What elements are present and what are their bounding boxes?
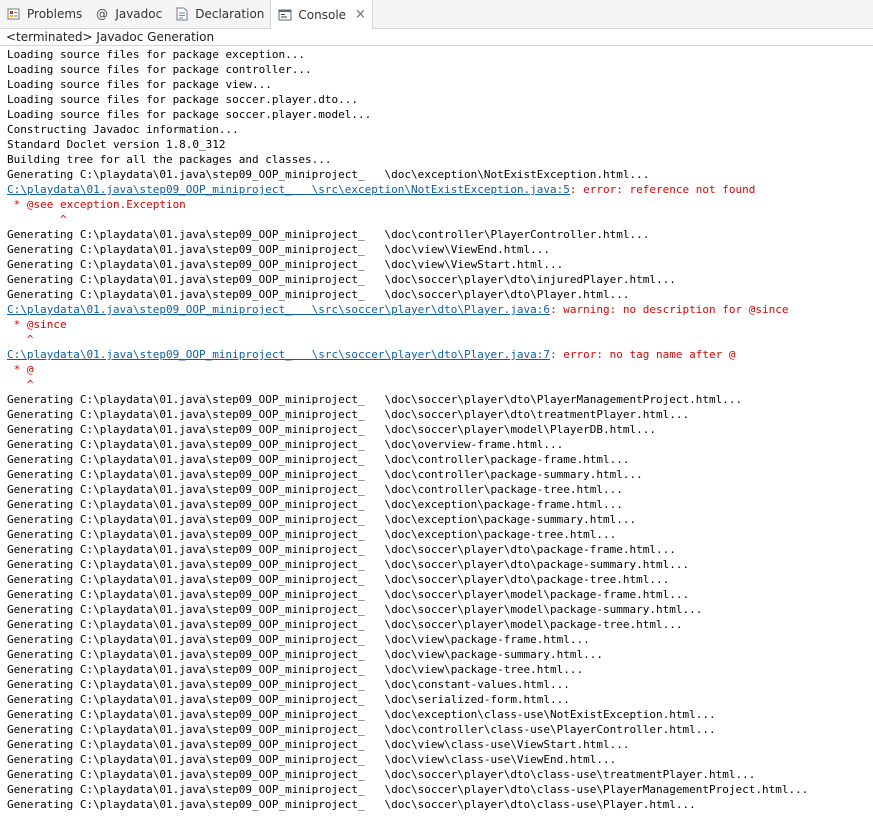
console-line: Generating C:\playdata\01.java\step09_OO… (7, 708, 716, 721)
console-line: Generating C:\playdata\01.java\step09_OO… (7, 543, 676, 556)
console-line: Loading source files for package view... (7, 78, 272, 91)
tab-javadoc[interactable]: @ Javadoc (88, 0, 168, 28)
console-line: Generating C:\playdata\01.java\step09_OO… (7, 273, 676, 286)
console-line: Generating C:\playdata\01.java\step09_OO… (7, 648, 604, 661)
view-tab-bar: Problems @ Javadoc Declaration Console × (0, 0, 873, 29)
console-line: Generating C:\playdata\01.java\step09_OO… (7, 573, 670, 586)
console-line: Generating C:\playdata\01.java\step09_OO… (7, 288, 630, 301)
console-line: Generating C:\playdata\01.java\step09_OO… (7, 423, 657, 436)
divider (0, 45, 873, 46)
console-line: Generating C:\playdata\01.java\step09_OO… (7, 468, 643, 481)
console-error-line: ^ (7, 213, 67, 226)
console-line: Generating C:\playdata\01.java\step09_OO… (7, 678, 570, 691)
console-line: Constructing Javadoc information... (7, 123, 239, 136)
console-line: Generating C:\playdata\01.java\step09_OO… (7, 483, 623, 496)
console-line: Generating C:\playdata\01.java\step09_OO… (7, 528, 617, 541)
console-line: Generating C:\playdata\01.java\step09_OO… (7, 453, 630, 466)
console-line: Generating C:\playdata\01.java\step09_OO… (7, 588, 690, 601)
console-line: C:\playdata\01.java\step09_OOP_miniproje… (7, 347, 873, 362)
console-line: Generating C:\playdata\01.java\step09_OO… (7, 243, 551, 256)
console-line: Generating C:\playdata\01.java\step09_OO… (7, 168, 650, 181)
javadoc-icon: @ (94, 6, 110, 22)
tab-console-label: Console (298, 7, 347, 22)
console-line: Generating C:\playdata\01.java\step09_OO… (7, 228, 650, 241)
diagnostic-message: : error: no tag name after @ (550, 348, 736, 361)
problems-icon (6, 6, 22, 22)
declaration-icon (174, 6, 190, 22)
tab-problems[interactable]: Problems (0, 0, 88, 28)
console-error-line: ^ (7, 378, 34, 391)
source-link[interactable]: C:\playdata\01.java\step09_OOP_miniproje… (7, 183, 570, 196)
console-line: Generating C:\playdata\01.java\step09_OO… (7, 663, 584, 676)
console-line: Generating C:\playdata\01.java\step09_OO… (7, 768, 756, 781)
tab-javadoc-label: Javadoc (115, 7, 163, 21)
console-line: Generating C:\playdata\01.java\step09_OO… (7, 558, 690, 571)
console-line: Loading source files for package soccer.… (7, 108, 372, 121)
source-link[interactable]: C:\playdata\01.java\step09_OOP_miniproje… (7, 348, 550, 361)
console-line: Loading source files for package excepti… (7, 48, 306, 61)
console-line: Generating C:\playdata\01.java\step09_OO… (7, 438, 564, 451)
console-line: Generating C:\playdata\01.java\step09_OO… (7, 738, 630, 751)
console-line: C:\playdata\01.java\step09_OOP_miniproje… (7, 182, 873, 197)
console-error-line: * @ (7, 363, 34, 376)
console-line: Generating C:\playdata\01.java\step09_OO… (7, 408, 690, 421)
console-icon (277, 7, 293, 23)
console-line: Generating C:\playdata\01.java\step09_OO… (7, 798, 696, 811)
console-output[interactable]: Loading source files for package excepti… (0, 47, 873, 817)
console-line: Generating C:\playdata\01.java\step09_OO… (7, 393, 743, 406)
console-line: Generating C:\playdata\01.java\step09_OO… (7, 513, 637, 526)
diagnostic-message: : error: reference not found (569, 183, 756, 196)
console-line: Generating C:\playdata\01.java\step09_OO… (7, 498, 623, 511)
console-error-line: ^ (7, 333, 34, 346)
console-error-line: * @see exception.Exception (7, 198, 186, 211)
diagnostic-message: : warning: no description for @since (550, 303, 789, 316)
console-line: Generating C:\playdata\01.java\step09_OO… (7, 618, 683, 631)
tab-declaration[interactable]: Declaration (168, 0, 270, 28)
tab-bar-filler (373, 0, 873, 28)
console-line: Generating C:\playdata\01.java\step09_OO… (7, 633, 590, 646)
svg-text:@: @ (96, 7, 108, 21)
tab-declaration-label: Declaration (195, 7, 265, 21)
console-line: Generating C:\playdata\01.java\step09_OO… (7, 693, 570, 706)
console-line: Building tree for all the packages and c… (7, 153, 332, 166)
console-line: C:\playdata\01.java\step09_OOP_miniproje… (7, 302, 873, 317)
console-line: Loading source files for package control… (7, 63, 312, 76)
tab-problems-label: Problems (27, 7, 83, 21)
tab-console[interactable]: Console × (270, 0, 373, 29)
console-line: Generating C:\playdata\01.java\step09_OO… (7, 723, 716, 736)
console-line: Standard Doclet version 1.8.0_312 (7, 138, 226, 151)
console-error-line: * @since (7, 318, 67, 331)
console-status: <terminated> Javadoc Generation (6, 30, 215, 44)
console-line: Generating C:\playdata\01.java\step09_OO… (7, 753, 617, 766)
close-icon[interactable]: × (355, 7, 366, 22)
console-line: Loading source files for package soccer.… (7, 93, 358, 106)
console-line: Generating C:\playdata\01.java\step09_OO… (7, 603, 703, 616)
console-line: Generating C:\playdata\01.java\step09_OO… (7, 783, 809, 796)
source-link[interactable]: C:\playdata\01.java\step09_OOP_miniproje… (7, 303, 550, 316)
console-line: Generating C:\playdata\01.java\step09_OO… (7, 258, 564, 271)
